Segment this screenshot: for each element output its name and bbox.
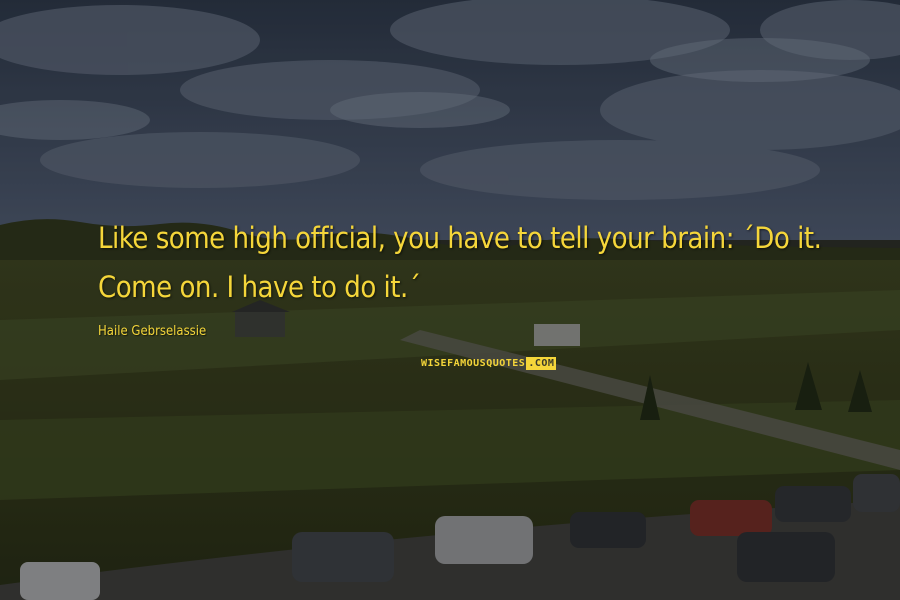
watermark-site-name: WISEFAMOUSQUOTES [421,358,526,369]
site-watermark: WISEFAMOUSQUOTES .COM [421,357,557,370]
quote-text: Like some high official, you have to tel… [98,214,878,312]
quote-image: Like some high official, you have to tel… [0,0,900,600]
quote-line-1: Like some high official, you have to tel… [98,221,822,255]
quote-line-2: Come on. I have to do it.´ [98,270,421,304]
watermark-domain: .COM [526,357,557,370]
quote-author: Haile Gebrselassie [98,324,207,339]
